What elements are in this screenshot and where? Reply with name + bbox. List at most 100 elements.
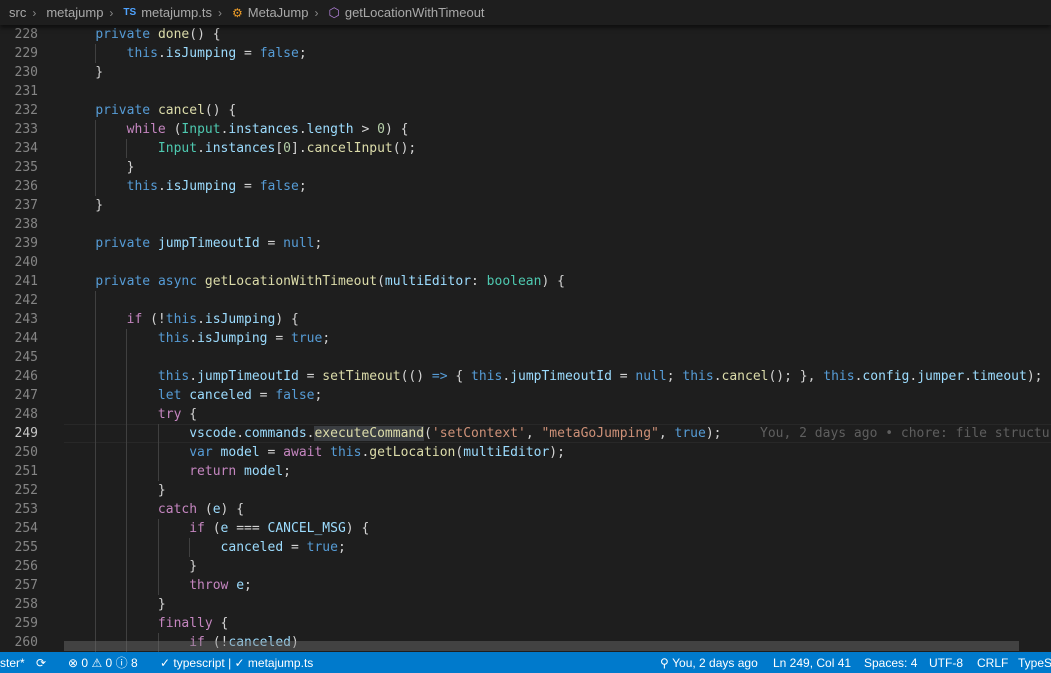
branch-status[interactable]: ster*	[0, 652, 25, 673]
code-line[interactable]: 252 }	[0, 481, 1051, 500]
breadcrumb-class[interactable]: ⚙ MetaJump ›	[222, 5, 318, 20]
code-text: vscode.commands.executeCommand('setConte…	[189, 426, 722, 441]
branch-name: ster*	[0, 655, 25, 670]
line-number: 239	[14, 236, 38, 251]
code-text: try {	[157, 407, 198, 422]
code-line[interactable]: 229 this.isJumping = false;	[0, 44, 1051, 63]
check-icon: ✓	[160, 655, 174, 670]
line-number: 241	[14, 274, 38, 289]
breadcrumb-file[interactable]: TS metajump.ts ›	[113, 5, 222, 20]
code-line[interactable]: 235 }	[0, 158, 1051, 177]
code-line[interactable]: 237 }	[0, 196, 1051, 215]
indent-guide	[126, 139, 128, 158]
code-text: canceled = true;	[220, 540, 346, 555]
breadcrumb: src › metajump › TS metajump.ts › ⚙ MetaJump ›…	[0, 0, 1051, 25]
indentation-label: Spaces: 4	[864, 655, 918, 670]
code-text: }	[64, 198, 104, 213]
line-number: 250	[14, 445, 38, 460]
line-number: 243	[14, 312, 38, 327]
indent-guide	[95, 291, 97, 652]
line-number: 253	[14, 502, 38, 517]
code-text: }	[64, 160, 135, 175]
indent-guide	[157, 519, 159, 595]
line-number: 236	[14, 179, 38, 194]
breadcrumb-folder[interactable]: src ›	[0, 5, 36, 20]
code-text: }	[64, 483, 166, 498]
code-text: let canceled = false;	[157, 388, 323, 403]
line-number: 232	[14, 103, 38, 118]
code-text: private async getLocationWithTimeout(mul…	[95, 274, 565, 289]
line-number: 260	[14, 635, 38, 650]
code-text: private cancel() {	[95, 103, 237, 118]
code-line[interactable]: 245	[0, 348, 1051, 367]
language-check-label: typescript | ✓ metajump.ts	[173, 655, 314, 670]
code-text: while (Input.instances.length > 0) {	[126, 122, 409, 137]
code-text: var model = await this.getLocation(multi…	[189, 445, 565, 460]
line-number: 242	[14, 293, 38, 308]
code-text: }	[64, 559, 198, 574]
line-number: 254	[14, 521, 38, 536]
code-text: finally {	[157, 616, 229, 631]
language-mode-label: TypeSc	[1018, 655, 1051, 670]
code-line[interactable]: 242	[0, 291, 1051, 310]
code-text: if (!this.isJumping) {	[126, 312, 299, 327]
line-number: 259	[14, 616, 38, 631]
code-text: return model;	[189, 464, 291, 479]
code-text: }	[64, 597, 166, 612]
eol-status[interactable]: CRLF	[977, 652, 1008, 673]
language-mode[interactable]: TypeSc	[1018, 652, 1051, 673]
line-number: 245	[14, 350, 38, 365]
code-line[interactable]: 231	[0, 82, 1051, 101]
code-text: this.isJumping = true;	[157, 331, 331, 346]
line-number: 251	[14, 464, 38, 479]
code-line[interactable]: 241 private async getLocationWithTimeout…	[0, 272, 1051, 291]
code-line[interactable]: 238	[0, 215, 1051, 234]
horizontal-scrollbar[interactable]	[64, 641, 1019, 651]
line-number: 255	[14, 540, 38, 555]
code-line[interactable]: 236 this.isJumping = false;	[0, 177, 1051, 196]
code-line[interactable]: 246 this.jumpTimeoutId = setTimeout(() =…	[0, 367, 1051, 386]
code-text: private jumpTimeoutId = null;	[95, 236, 323, 251]
code-line[interactable]: 233 while (Input.instances.length > 0) {	[0, 120, 1051, 139]
line-number: 240	[14, 255, 38, 270]
problems-status[interactable]: ⊗ 0 ⚠ 0 ⓘ 8	[68, 652, 138, 673]
line-number: 246	[14, 369, 38, 384]
code-line[interactable]: 234 Input.instances[0].cancelInput();	[0, 139, 1051, 158]
line-number: 237	[14, 198, 38, 213]
sync-icon[interactable]: ⟳	[36, 652, 46, 673]
breadcrumb-class-label: MetaJump	[247, 5, 309, 20]
code-text: }	[64, 65, 104, 80]
code-line[interactable]: 259 finally {	[0, 614, 1051, 633]
line-number: 234	[14, 141, 38, 156]
indent-guide	[157, 424, 159, 481]
encoding-status[interactable]: UTF-8	[929, 652, 963, 673]
code-line[interactable]: 243 if (!this.isJumping) {	[0, 310, 1051, 329]
encoding-label: UTF-8	[929, 655, 963, 670]
indentation-status[interactable]: Spaces: 4	[864, 652, 917, 673]
language-check-status[interactable]: ✓ typescript | ✓ metajump.ts	[160, 652, 313, 673]
info-count: 8	[130, 655, 138, 670]
code-line[interactable]: 247 let canceled = false;	[0, 386, 1051, 405]
line-number: 252	[14, 483, 38, 498]
line-number: 247	[14, 388, 38, 403]
code-line[interactable]: 248 try {	[0, 405, 1051, 424]
code-editor[interactable]: 228 private done() {229 this.isJumping =…	[0, 25, 1051, 652]
indent-guide	[95, 44, 97, 63]
code-line[interactable]: 258 }	[0, 595, 1051, 614]
git-blame-status[interactable]: ⚲ You, 2 days ago	[660, 652, 758, 673]
code-line[interactable]: 230 }	[0, 63, 1051, 82]
breadcrumb-folder2[interactable]: metajump ›	[36, 5, 113, 20]
code-line[interactable]: 240	[0, 253, 1051, 272]
line-number: 249	[14, 426, 38, 441]
code-line[interactable]: 244 this.isJumping = true;	[0, 329, 1051, 348]
code-line[interactable]: 239 private jumpTimeoutId = null;	[0, 234, 1051, 253]
breadcrumb-method[interactable]: ⬡ getLocationWithTimeout	[318, 5, 484, 21]
indent-guide	[188, 538, 190, 557]
line-number: 228	[14, 27, 38, 42]
commit-icon: ⚲	[660, 655, 673, 670]
cursor-position[interactable]: Ln 249, Col 41	[773, 652, 851, 673]
code-line[interactable]: 232 private cancel() {	[0, 101, 1051, 120]
code-line[interactable]: 253 catch (e) {	[0, 500, 1051, 519]
breadcrumb-folder-label: src	[9, 5, 27, 20]
code-line[interactable]: 228 private done() {	[0, 25, 1051, 44]
